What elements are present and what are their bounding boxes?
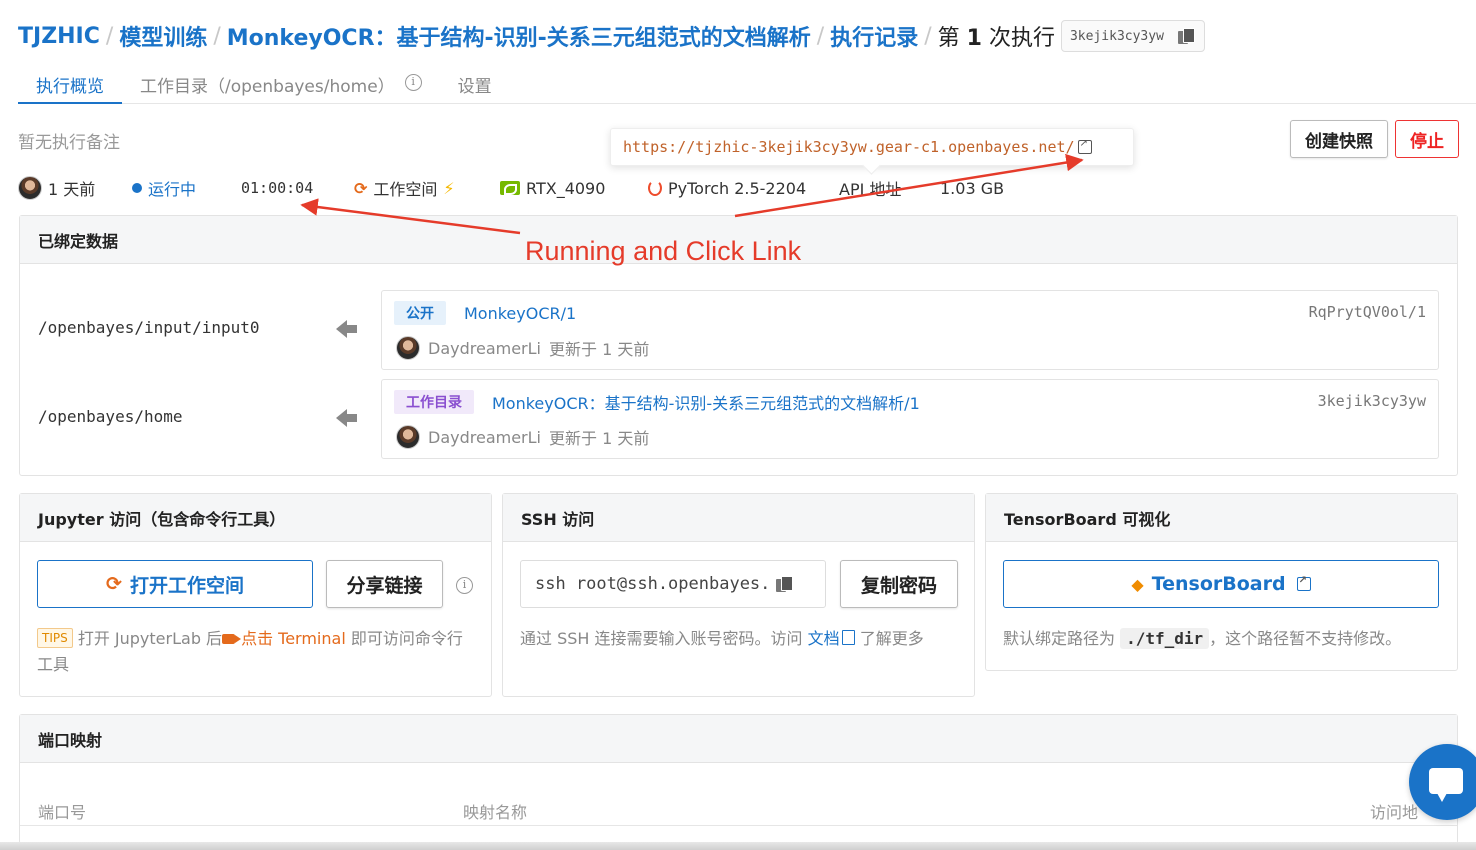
running-dot-icon: [132, 183, 142, 193]
bind-path: /openbayes/input/input0: [38, 318, 260, 337]
workspace-icon: ⟳: [106, 573, 122, 595]
dataset-card[interactable]: 工作目录 MonkeyOCR：基于结构-识别-关系三元组范式的文档解析/1 3k…: [381, 379, 1439, 459]
api-url-link[interactable]: https://tjzhic-3kejik3cy3yw.gear-c1.open…: [623, 138, 1075, 156]
tensorboard-icon: ◆: [1131, 574, 1144, 594]
arrow-left-icon: [336, 320, 358, 338]
avatar: [18, 176, 42, 200]
tensorboard-button[interactable]: ◆ TensorBoard: [1003, 560, 1439, 608]
ports-panel: 端口映射 端口号 映射名称 访问地: [19, 714, 1458, 844]
avatar: [396, 336, 420, 360]
pytorch-icon: [648, 180, 662, 196]
breadcrumb-separator: /: [213, 23, 221, 49]
copy-password-button[interactable]: 复制密码: [840, 560, 958, 608]
bolt-icon: ⚡: [443, 178, 455, 198]
tab-overview[interactable]: 执行概览: [18, 62, 122, 104]
col-access: 访问地: [1370, 803, 1419, 822]
col-port: 端口号: [38, 803, 87, 822]
status-created: 1 天前: [18, 174, 95, 202]
jupyter-title: Jupyter 访问（包含命令行工具）: [20, 494, 491, 542]
ports-title: 端口映射: [20, 715, 1457, 763]
share-link-button[interactable]: 分享链接: [326, 560, 443, 608]
api-url-tooltip[interactable]: https://tjzhic-3kejik3cy3yw.gear-c1.open…: [610, 128, 1134, 166]
copy-icon[interactable]: [1177, 28, 1195, 44]
copy-icon[interactable]: [776, 576, 794, 592]
tf-dir-path: ./tf_dir: [1120, 628, 1210, 649]
arrow-left-icon: [336, 409, 358, 427]
breadcrumb-separator: /: [924, 23, 932, 49]
open-workspace-button[interactable]: ⟳ 打开工作空间: [37, 560, 313, 608]
annotation-text: Running and Click Link: [525, 236, 802, 266]
public-tag: 公开: [394, 301, 446, 325]
tab-workdir[interactable]: 工作目录（/openbayes/home） i: [122, 62, 440, 104]
chat-support-button[interactable]: [1409, 744, 1476, 820]
status-framework: PyTorch 2.5-2204: [648, 174, 806, 202]
tab-settings[interactable]: 设置: [440, 62, 510, 104]
tips-tag: TIPS: [37, 628, 73, 648]
stop-button[interactable]: 停止: [1395, 120, 1459, 158]
ssh-command-field[interactable]: ssh root@ssh.openbayes.: [520, 560, 826, 608]
status-gpu: RTX_4090: [500, 174, 605, 202]
info-icon[interactable]: i: [404, 74, 422, 91]
run-id: 3kejik3cy3yw: [1069, 28, 1164, 44]
bind-row: /openbayes/input/input0 公开 MonkeyOCR/1 R…: [20, 290, 1457, 370]
horizontal-scrollbar[interactable]: [0, 842, 1476, 850]
nvidia-icon: [500, 181, 520, 195]
dataset-meta: DaydreamerLi 更新于 1 天前: [396, 335, 649, 361]
workdir-tag: 工作目录: [394, 390, 474, 414]
api-address-link[interactable]: API 地址: [839, 174, 901, 202]
chat-icon: [1429, 768, 1463, 802]
dataset-id: 3kejik3cy3yw: [1317, 392, 1426, 410]
breadcrumb-project-link[interactable]: MonkeyOCR：基于结构-识别-关系三元组范式的文档解析: [227, 20, 811, 52]
terminal-icon: [222, 634, 242, 644]
status-state: 运行中: [132, 174, 196, 202]
tensorboard-title: TensorBoard 可视化: [986, 494, 1457, 542]
document-icon: [841, 630, 855, 645]
breadcrumb-separator: /: [105, 23, 114, 49]
breadcrumb: TJZHIC / 模型训练 / MonkeyOCR：基于结构-识别-关系三元组范…: [18, 20, 1205, 52]
external-link-icon: [1296, 575, 1311, 591]
bind-path: /openbayes/home: [38, 407, 183, 426]
divider: [20, 825, 1457, 826]
jupyter-tips: TIPS 打开 JupyterLab 后点击 Terminal 即可访问命令行工…: [37, 628, 463, 674]
terminal-link[interactable]: 点击 Terminal: [241, 629, 346, 648]
dataset-id: RqPrytQV0ol/1: [1308, 303, 1426, 321]
info-icon[interactable]: i: [456, 577, 473, 594]
ports-table-header: 端口号 映射名称 访问地: [20, 799, 1457, 825]
jupyter-card: Jupyter 访问（包含命令行工具） ⟳ 打开工作空间 分享链接 i TIPS…: [19, 493, 492, 697]
bind-row: /openbayes/home 工作目录 MonkeyOCR：基于结构-识别-关…: [20, 379, 1457, 459]
status-size: 1.03 GB: [940, 178, 1005, 198]
execution-note[interactable]: 暂无执行备注: [18, 128, 120, 153]
ssh-card: SSH 访问 ssh root@ssh.openbayes. 复制密码 通过 S…: [502, 493, 975, 697]
breadcrumb-org-link[interactable]: TJZHIC: [18, 24, 100, 49]
dataset-link[interactable]: MonkeyOCR/1: [464, 301, 576, 325]
run-id-box: 3kejik3cy3yw: [1060, 20, 1205, 52]
dataset-link[interactable]: MonkeyOCR：基于结构-识别-关系三元组范式的文档解析/1: [492, 390, 920, 414]
avatar: [396, 425, 420, 449]
breadcrumb-section-link[interactable]: 模型训练: [119, 20, 207, 52]
create-snapshot-button[interactable]: 创建快照: [1290, 120, 1388, 158]
breadcrumb-current: 第 1 次执行: [937, 26, 1055, 51]
ssh-help: 通过 SSH 连接需要输入账号密码。访问 文档 了解更多: [520, 629, 924, 648]
dataset-card[interactable]: 公开 MonkeyOCR/1 RqPrytQV0ol/1 DaydreamerL…: [381, 290, 1439, 370]
workspace-icon: ⟳: [354, 178, 368, 198]
tensorboard-card: TensorBoard 可视化 ◆ TensorBoard 默认绑定路径为 ./…: [985, 493, 1458, 671]
status-duration: 01:00:04: [241, 179, 314, 197]
col-name: 映射名称: [463, 803, 528, 822]
ssh-title: SSH 访问: [503, 494, 974, 542]
external-link-icon[interactable]: [1077, 138, 1092, 154]
breadcrumb-separator: /: [816, 23, 825, 49]
breadcrumb-records-link[interactable]: 执行记录: [830, 20, 918, 52]
status-workspace[interactable]: ⟳ 工作空间 ⚡: [354, 174, 455, 202]
tab-bar: 执行概览 工作目录（/openbayes/home） i 设置: [18, 62, 1476, 104]
dataset-meta: DaydreamerLi 更新于 1 天前: [396, 424, 649, 450]
docs-link[interactable]: 文档: [808, 629, 855, 648]
tensorboard-help: 默认绑定路径为 ./tf_dir ，这个路径暂不支持修改。: [1003, 628, 1402, 649]
